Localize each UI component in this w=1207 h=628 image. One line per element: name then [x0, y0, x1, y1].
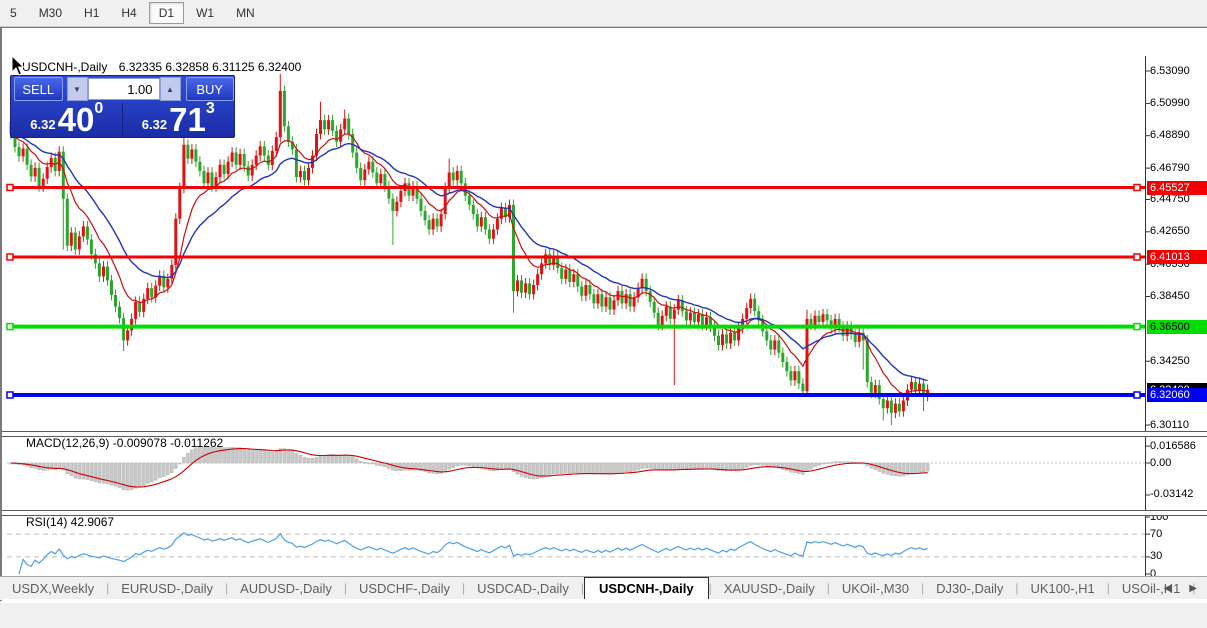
period-button-5[interactable]: 5 — [0, 2, 27, 24]
chart-tab-USDCAD-Daily[interactable]: USDCAD-,Daily — [465, 578, 581, 599]
chart-tab-UK100-H1[interactable]: UK100-,H1 — [1018, 578, 1106, 599]
sell-price-handle: 6.32 — [30, 117, 56, 132]
buy-price-pips: 71 — [169, 101, 206, 138]
price-axis-label: 6.42650 — [1150, 225, 1190, 238]
chart-title: USDCNH-,Daily 6.32335 6.32858 6.31125 6.… — [22, 60, 301, 74]
price-axis-label: 6.30110 — [1150, 418, 1189, 431]
one-click-trading-panel: SELL ▼ 1.00 ▲ BUY 6.32 40 0 6.32 71 3 — [10, 75, 235, 138]
price-axis-label: 6.50990 — [1150, 96, 1190, 109]
price-axis-label: 6.34250 — [1150, 354, 1190, 367]
chart-tab-USDX-Weekly[interactable]: USDX,Weekly — [0, 578, 106, 599]
buy-button[interactable]: BUY — [185, 77, 234, 101]
chart-tab-AUDUSD-Daily[interactable]: AUDUSD-,Daily — [228, 578, 344, 599]
symbol-name: USDCNH-,Daily — [22, 60, 108, 74]
tab-scroll-right-icon[interactable]: ▶ — [1189, 583, 1197, 594]
chart-tab-DJ30-Daily[interactable]: DJ30-,Daily — [924, 578, 1015, 599]
price-axis-label: 6.53090 — [1150, 64, 1190, 77]
period-button-H1[interactable]: H1 — [74, 2, 109, 24]
buy-price-point: 3 — [205, 100, 215, 117]
price-line-label: 6.32060 — [1147, 387, 1207, 402]
timeframe-toolbar: 5 M30 H1 H4 D1 W1 MN — [0, 0, 1207, 27]
ohlc-quotes: 6.32335 6.32858 6.31125 6.32400 — [118, 60, 302, 74]
rsi-panel-separator[interactable] — [2, 510, 1207, 516]
price-line-label: 6.41013 — [1147, 250, 1207, 265]
sell-button[interactable]: SELL — [14, 77, 63, 101]
mouse-cursor-icon — [11, 55, 25, 76]
period-button-D1[interactable]: D1 — [148, 2, 185, 24]
sell-price[interactable]: 6.32 40 0 — [11, 100, 123, 138]
volume-decrease-button[interactable]: ▼ — [66, 77, 88, 101]
buy-price[interactable]: 6.32 71 3 — [123, 100, 235, 138]
chart-tab-EURUSD-Daily[interactable]: EURUSD-,Daily — [109, 578, 225, 599]
period-button-W1[interactable]: W1 — [186, 2, 224, 24]
volume-increase-button[interactable]: ▲ — [159, 77, 181, 101]
chart-tab-bar: USDX,Weekly | EURUSD-,Daily | AUDUSD-,Daily |… — [0, 576, 1207, 599]
price-axis-label: 6.46790 — [1150, 161, 1190, 174]
buy-price-handle: 6.32 — [141, 117, 168, 132]
volume-input[interactable]: 1.00 — [87, 78, 160, 100]
rsi-scale-label: 70 — [1150, 527, 1163, 540]
chart-tab-USDCNH-Daily[interactable]: USDCNH-,Daily — [583, 577, 709, 599]
macd-scale-label: 0.016586 — [1150, 439, 1196, 452]
chart-tab-UKOil-M30[interactable]: UKOil-,M30 — [830, 578, 921, 599]
rsi-label: RSI(14) 42.9067 — [26, 515, 115, 529]
macd-scale-label: 0.00 — [1150, 456, 1172, 469]
price-axis-border — [1145, 56, 1146, 583]
tab-scroll-left-icon[interactable]: ◀ — [1164, 583, 1172, 594]
chart-window[interactable]: USDCNH-,Daily 6.32335 6.32858 6.31125 6.… — [0, 27, 1207, 603]
chart-tab-USDCHF-Daily[interactable]: USDCHF-,Daily — [347, 578, 462, 599]
chart-tab-XAUUSD-Daily[interactable]: XAUUSD-,Daily — [712, 578, 827, 599]
price-line-label: 6.45527 — [1147, 180, 1207, 195]
period-button-M30[interactable]: M30 — [29, 2, 72, 24]
price-line-label: 6.36500 — [1147, 319, 1207, 334]
macd-label: MACD(12,26,9) -0.009078 -0.011262 — [26, 436, 224, 450]
sell-price-pips: 40 — [57, 101, 95, 138]
rsi-line — [18, 532, 928, 575]
period-button-MN[interactable]: MN — [226, 2, 265, 24]
price-axis-label: 6.44750 — [1150, 192, 1190, 205]
ma-fast-line — [10, 133, 928, 395]
sell-price-point: 0 — [94, 100, 104, 117]
rsi-scale-label: 30 — [1150, 550, 1163, 563]
price-axis-label: 6.48890 — [1150, 129, 1190, 142]
price-axis-label: 6.38450 — [1150, 290, 1190, 303]
macd-scale-label: -0.03142 — [1150, 488, 1194, 501]
macd-histogram — [9, 446, 930, 491]
period-button-H4[interactable]: H4 — [111, 2, 146, 24]
